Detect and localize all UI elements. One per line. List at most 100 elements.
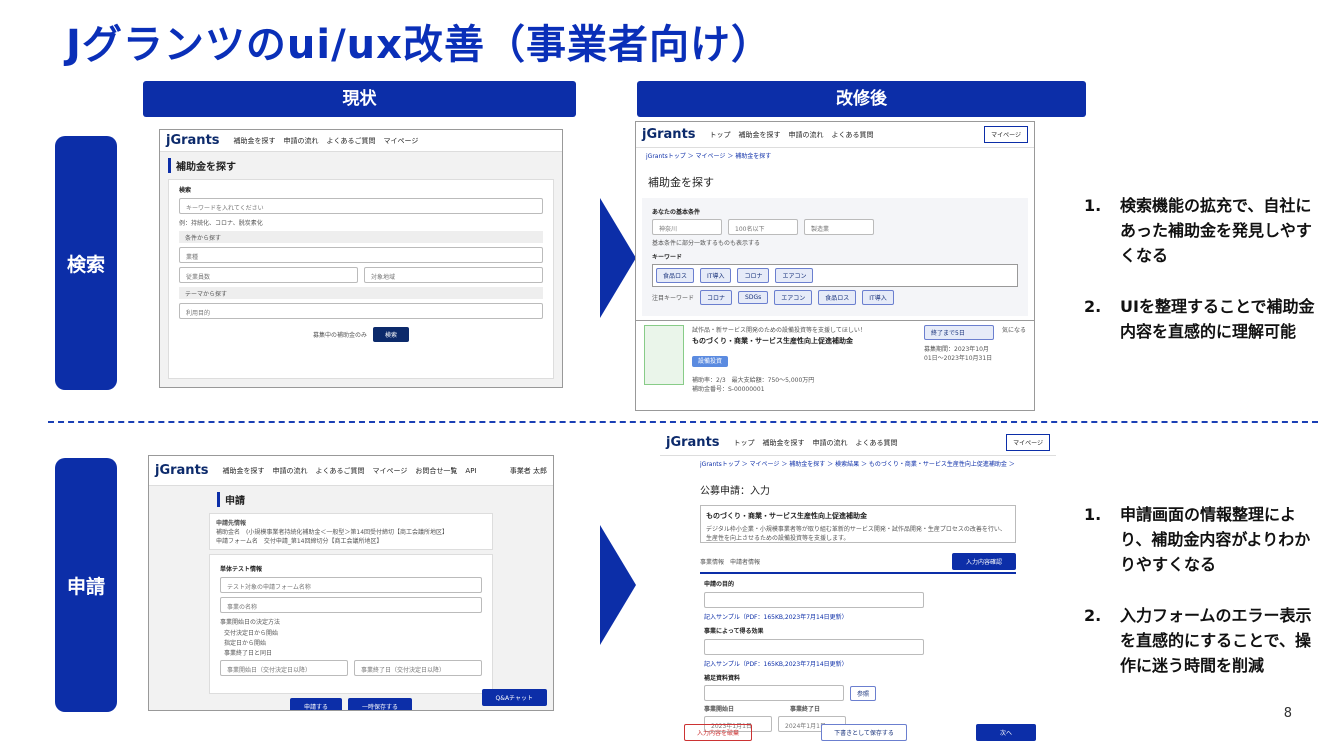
card-title[interactable]: ものづくり・商業・サービス生産性向上促進補助金 <box>692 336 916 346</box>
file-label: 補足資料資料 <box>704 675 741 682</box>
breadcrumb[interactable]: jGrantsトップ ＞ マイページ ＞ 補助金を探す ＞ 検索結果 ＞ ものづ… <box>700 459 1016 468</box>
card-tag: 設備投資 <box>692 356 729 367</box>
tab-business[interactable]: 事業情報 <box>700 557 724 566</box>
browse-button[interactable]: 参照 <box>850 685 877 701</box>
card-no: 補助金番号：S-00000001 <box>692 386 765 393</box>
nav-item[interactable]: トップ <box>734 438 755 448</box>
nav-item[interactable]: よくあるご質問 <box>316 466 365 476</box>
option-radio[interactable]: 事業終了日と同日 <box>224 648 478 657</box>
rec-chip[interactable]: SDGs <box>738 291 769 304</box>
form-name-input[interactable]: テスト対象の申請フォーム名称 <box>220 577 482 593</box>
category-badge <box>644 325 684 385</box>
info-row: 申請フォーム名 交付申請_第14回締切分【商工会議所地区】 <box>216 538 383 545</box>
nav-item[interactable]: 補助金を探す <box>739 130 781 140</box>
screenshot-new-search: jGrants トップ 補助金を探す 申請の流れ よくある質問 マイページ jG… <box>635 121 1035 411</box>
next-button[interactable]: 次へ <box>975 724 1036 741</box>
keyword-chip[interactable]: コロナ <box>737 268 770 283</box>
employee-select[interactable]: 100名以下 <box>728 219 798 235</box>
card-period: 募集期間：2023年10月01日～2023年10月31日 <box>924 346 993 362</box>
nav-item[interactable]: マイページ <box>373 466 408 476</box>
partial-checkbox[interactable]: 基本条件に部分一致するものも表示する <box>652 238 1018 247</box>
basic-label: あなたの基本条件 <box>652 209 701 216</box>
start-date-input[interactable]: 事業開始日（交付決定日以降） <box>220 660 348 676</box>
card-status: 終了まで5日 <box>924 325 994 340</box>
region-select[interactable]: 神奈川 <box>652 219 722 235</box>
nav-item[interactable]: 補助金を探す <box>234 136 276 146</box>
keyword-chip[interactable]: IT導入 <box>700 268 732 283</box>
keyword-input[interactable]: キーワードを入れてください <box>179 198 543 214</box>
effect-input[interactable] <box>704 639 924 655</box>
sample-link[interactable]: 記入サンプル（PDF：165KB,2023年7月14日更新） <box>704 659 1012 668</box>
discard-button[interactable]: 入力内容を破棄 <box>684 724 753 741</box>
region-select[interactable]: 対象地域 <box>364 267 543 283</box>
breadcrumb[interactable]: jGrantsトップ ＞ マイページ ＞ 補助金を探す <box>646 151 1024 160</box>
nav-item[interactable]: 申請の流れ <box>789 130 824 140</box>
nav-item[interactable]: 補助金を探す <box>223 466 265 476</box>
screenshot-old-search: jGrants 補助金を探す 申請の流れ よくあるご質問 マイページ 補助金を探… <box>159 129 563 388</box>
apply-points: 1. 申請画面の情報整理により、補助金内容がよりわかりやすくなる 2. 入力フォーム… <box>1084 502 1320 704</box>
open-only-checkbox[interactable]: 募集中の補助金のみ <box>313 330 367 339</box>
rec-chip[interactable]: IT導入 <box>862 290 894 305</box>
section-heading: 公募申請：入力 <box>700 486 770 497</box>
nav-item[interactable]: よくある質問 <box>856 438 898 448</box>
employee-select[interactable]: 従業員数 <box>179 267 358 283</box>
logo: jGrants <box>155 463 209 478</box>
page-number: 8 <box>1283 706 1292 721</box>
save-button[interactable]: 一時保存する <box>348 698 413 710</box>
mypage-button[interactable]: マイページ <box>1006 434 1050 451</box>
nav-item[interactable]: トップ <box>710 130 731 140</box>
keyword-chip[interactable]: 食品ロス <box>656 268 695 283</box>
column-header-improved: 改修後 <box>637 81 1086 117</box>
file-input[interactable] <box>704 685 844 701</box>
purpose-input[interactable] <box>704 592 924 608</box>
section-heading: 補助金を探す <box>168 158 554 173</box>
search-points: 1. 検索機能の拡充で、自社にあった補助金を発見しやすくなる 2. UIを整理するこ… <box>1084 193 1320 370</box>
nav-item[interactable]: お問合せ一覧 <box>415 466 457 476</box>
mypage-button[interactable]: マイページ <box>984 126 1028 143</box>
project-name-input[interactable]: 事業の名称 <box>220 597 482 613</box>
page-title: Jグランツのui/ux改善（事業者向け） <box>66 22 772 68</box>
user-name[interactable]: 事業者 太郎 <box>510 466 547 476</box>
industry-select[interactable]: 業種 <box>179 247 543 263</box>
favorite-button[interactable]: 気になる <box>1002 325 1026 393</box>
industry-select[interactable]: 製造業 <box>804 219 874 235</box>
end-label: 事業終了日 <box>790 706 821 713</box>
info-title: 申請先情報 <box>216 520 247 527</box>
search-button[interactable]: 検索 <box>373 327 410 342</box>
purpose-select[interactable]: 利用目的 <box>179 303 543 319</box>
nav-item[interactable]: よくある質問 <box>832 130 874 140</box>
nav-item[interactable]: API <box>465 467 476 475</box>
apply-button[interactable]: 申請する <box>289 698 342 710</box>
nav-item[interactable]: よくあるご質問 <box>327 136 376 146</box>
nav-item[interactable]: マイページ <box>384 136 419 146</box>
nav-item[interactable]: 申請の流れ <box>813 438 848 448</box>
option-radio[interactable]: 交付決定日から開始 <box>224 628 478 637</box>
rec-chip[interactable]: エアコン <box>774 290 813 305</box>
keyword-chip[interactable]: エアコン <box>775 268 814 283</box>
start-label: 事業開始日 <box>704 706 735 713</box>
end-date-input[interactable]: 事業終了日（交付決定日以降） <box>354 660 482 676</box>
tab-applicant[interactable]: 申請者情報 <box>730 557 760 566</box>
logo: jGrants <box>666 435 720 450</box>
section-heading: 補助金を探す <box>648 176 714 189</box>
arrow-icon <box>600 525 636 645</box>
card-rate: 補助率：2/3 最大支給額：750～5,000万円 <box>692 377 815 384</box>
chat-button[interactable]: Q&Aチャット <box>481 689 547 706</box>
draft-button[interactable]: 下書きとして保存する <box>821 724 907 741</box>
point-item: 2. UIを整理することで補助金内容を直感的に理解可能 <box>1084 297 1315 341</box>
option-radio[interactable]: 指定日から開始 <box>224 638 478 647</box>
side-tab-search: 検索 <box>55 136 117 390</box>
logo: jGrants <box>166 133 220 148</box>
nav-item[interactable]: 申請の流れ <box>273 466 308 476</box>
point-item: 1. 申請画面の情報整理により、補助金内容がよりわかりやすくなる <box>1084 505 1311 574</box>
rec-chip[interactable]: コロナ <box>700 290 733 305</box>
sample-link[interactable]: 記入サンプル（PDF：165KB,2023年7月14日更新） <box>704 612 1012 621</box>
field-label: 事業によって得る効果 <box>704 628 764 635</box>
panel-title: 検索 <box>179 187 192 194</box>
keyword-label: キーワード <box>652 254 683 261</box>
confirm-button[interactable]: 入力内容確認 <box>951 553 1016 570</box>
info-row: 補助金名 (小規模事業者持続化補助金＜一般型＞第14回受付締切【商工会議所地区】 <box>216 529 449 536</box>
nav-item[interactable]: 申請の流れ <box>284 136 319 146</box>
nav-item[interactable]: 補助金を探す <box>763 438 805 448</box>
rec-chip[interactable]: 食品ロス <box>818 290 857 305</box>
